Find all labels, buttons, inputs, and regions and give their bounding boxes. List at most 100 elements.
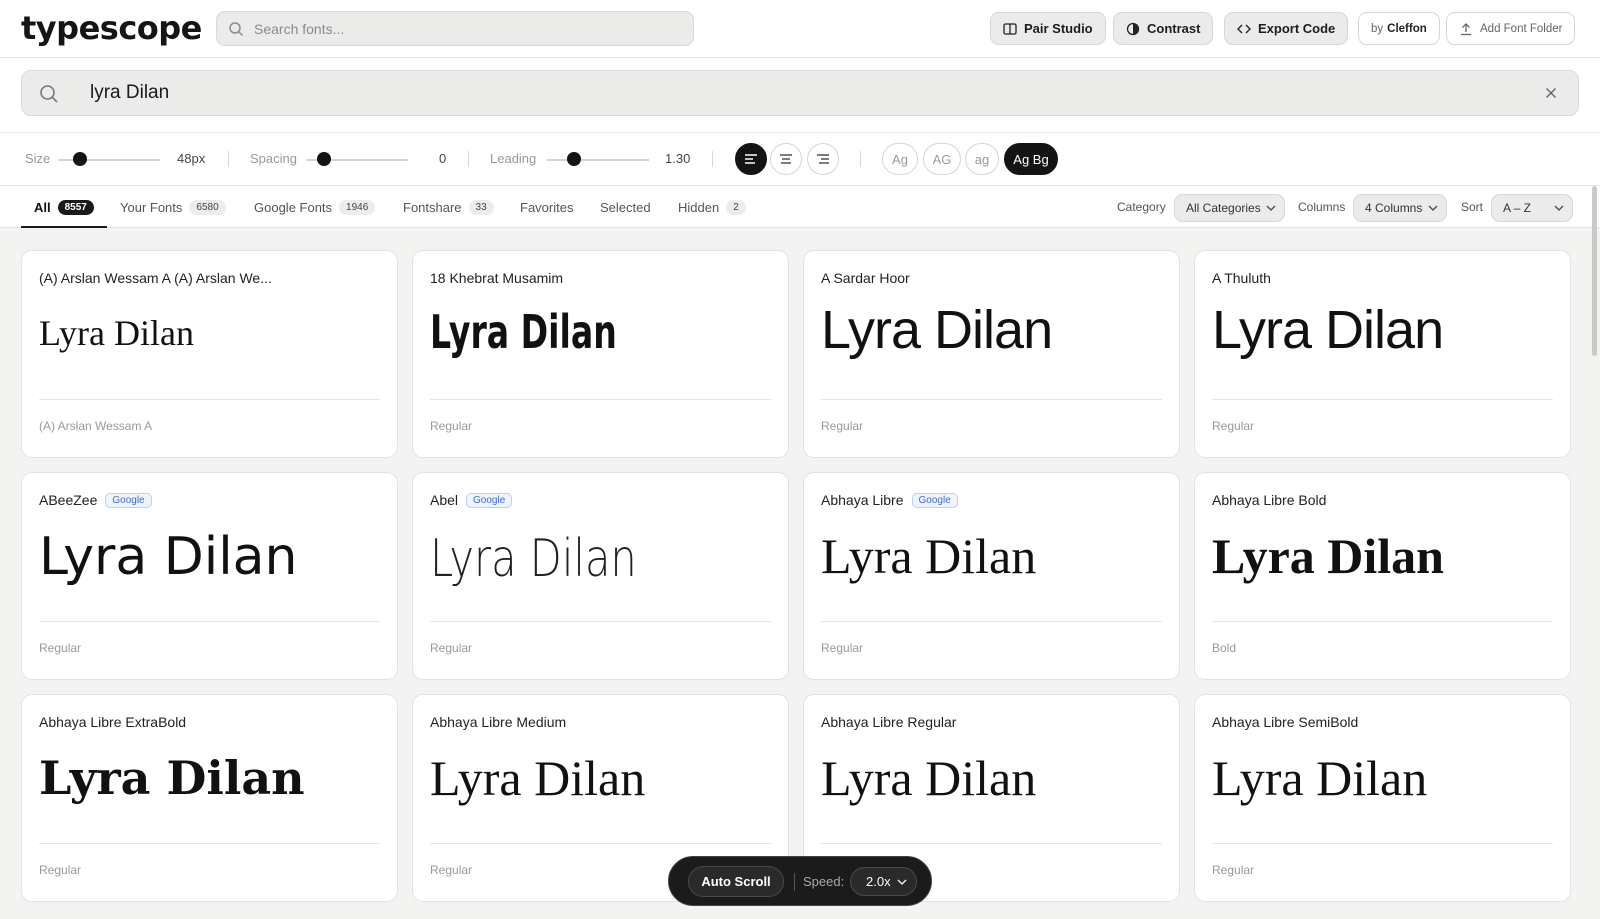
size-slider-handle[interactable]	[73, 152, 88, 166]
case-title-button[interactable]: Ag Bg	[1004, 143, 1058, 175]
font-card[interactable]: A Thuluth Lyra Dilan Regular	[1194, 250, 1571, 458]
export-code-label: Export Code	[1258, 21, 1336, 36]
divider	[39, 399, 380, 400]
font-name: (A) Arslan Wessam A (A) Arslan We...	[39, 270, 272, 286]
font-name-text: A Sardar Hoor	[821, 270, 910, 286]
add-font-folder-label: Add Font Folder	[1480, 22, 1563, 35]
divider	[39, 843, 380, 844]
font-style: Regular	[430, 641, 473, 655]
divider	[430, 843, 771, 844]
font-name-text: Abhaya Libre Medium	[430, 714, 567, 730]
tab-count: 1946	[339, 199, 376, 215]
font-search-box[interactable]	[216, 11, 694, 46]
divider	[430, 621, 771, 622]
font-name: A Thuluth	[1212, 270, 1271, 286]
align-right-button[interactable]	[807, 143, 839, 175]
align-center-button[interactable]	[770, 143, 802, 175]
case-lower-button[interactable]: ag	[965, 143, 999, 175]
tab-label: Google Fonts	[254, 199, 333, 215]
preview-text-value: lyra Dilan	[90, 82, 170, 103]
tab-your-fonts[interactable]: Your Fonts 6580	[120, 186, 226, 228]
contrast-button[interactable]: Contrast	[1113, 12, 1214, 45]
font-name: Abhaya Libre Bold	[1212, 492, 1326, 508]
chevron-down-icon	[897, 879, 907, 885]
font-sample: Lyra Dilan	[39, 751, 305, 805]
font-card[interactable]: Abhaya Libre SemiBold Lyra Dilan Regular	[1194, 694, 1571, 902]
font-style: (A) Arslan Wessam A	[39, 419, 153, 433]
google-badge: Google	[466, 492, 513, 508]
export-code-button[interactable]: Export Code	[1224, 12, 1349, 45]
tab-hidden[interactable]: Hidden 2	[678, 186, 746, 228]
spacing-value: 0	[439, 151, 447, 166]
font-sample: Lyra Dilan	[1212, 750, 1428, 806]
leading-value: 1.30	[665, 151, 691, 166]
font-card[interactable]: Abel Google Lyra Dilan Regular	[412, 472, 789, 680]
contrast-icon	[1126, 22, 1140, 35]
font-name-text: Abhaya Libre Bold	[1212, 492, 1327, 508]
font-card[interactable]: Abhaya Libre ExtraBold Lyra Dilan Regula…	[21, 694, 398, 902]
add-font-folder-button[interactable]: Add Font Folder	[1446, 12, 1576, 45]
font-style: Regular	[39, 641, 82, 655]
search-icon	[40, 85, 58, 103]
font-card[interactable]: Abhaya Libre Bold Lyra Dilan Bold	[1194, 472, 1571, 680]
pair-studio-button[interactable]: Pair Studio	[990, 12, 1106, 45]
spacing-slider-handle[interactable]	[317, 152, 332, 166]
divider	[1212, 621, 1553, 622]
divider	[860, 151, 861, 167]
font-card[interactable]: (A) Arslan Wessam A (A) Arslan We... Lyr…	[21, 250, 398, 458]
preview-text-row: lyra Dilan	[0, 58, 1600, 132]
tab-label: Selected	[600, 199, 651, 215]
scrollbar-thumb[interactable]	[1592, 186, 1597, 356]
font-style: Regular	[1212, 419, 1255, 433]
tab-favorites[interactable]: Favorites	[520, 186, 573, 228]
google-badge: Google	[911, 492, 958, 508]
category-select[interactable]: All Categories	[1174, 194, 1285, 222]
speed-value: 2.0x	[866, 874, 891, 889]
search-icon	[229, 22, 244, 37]
divider	[1212, 399, 1553, 400]
close-icon[interactable]	[1544, 86, 1558, 100]
speed-select[interactable]: 2.0x	[850, 867, 917, 896]
font-card[interactable]: A Sardar Hoor Lyra Dilan Regular	[803, 250, 1180, 458]
app-logo[interactable]: typescope	[21, 6, 202, 50]
preview-text-field[interactable]: lyra Dilan	[21, 70, 1579, 116]
divider	[430, 399, 771, 400]
tab-fontshare[interactable]: Fontshare 33	[403, 186, 494, 228]
tab-all[interactable]: All 8557	[34, 186, 94, 228]
font-name: A Sardar Hoor	[821, 270, 910, 286]
category-label: Category	[1117, 200, 1166, 214]
font-sample: Lyra Dilan	[821, 300, 1053, 360]
leading-slider-handle[interactable]	[566, 152, 581, 166]
font-name: Abhaya Libre Medium	[430, 714, 566, 730]
pair-studio-label: Pair Studio	[1024, 21, 1093, 36]
active-tab-indicator	[21, 226, 107, 228]
font-style: Regular	[39, 863, 82, 877]
leading-slider[interactable]	[547, 159, 649, 161]
sort-label: Sort	[1461, 200, 1484, 214]
font-card[interactable]: ABeeZee Google Lyra Dilan Regular	[21, 472, 398, 680]
font-search-input[interactable]	[250, 12, 680, 45]
columns-label: Columns	[1298, 200, 1346, 214]
tab-count: 6580	[189, 199, 226, 215]
align-left-button[interactable]	[735, 143, 767, 175]
tab-selected[interactable]: Selected	[600, 186, 651, 228]
columns-icon	[1003, 22, 1017, 35]
case-upper-button[interactable]: AG	[923, 143, 961, 175]
tab-google-fonts[interactable]: Google Fonts 1946	[254, 186, 376, 228]
size-label: Size	[25, 151, 51, 166]
font-card[interactable]: Abhaya Libre Google Lyra Dilan Regular	[803, 472, 1180, 680]
chevron-down-icon	[1266, 205, 1276, 211]
sort-select[interactable]: A – Z	[1491, 194, 1573, 222]
divider	[712, 151, 713, 167]
font-name: Abhaya Libre Regular	[821, 714, 956, 730]
tab-label: Favorites	[520, 199, 574, 215]
category-value: All Categories	[1186, 201, 1261, 215]
by-cleffon-button[interactable]: by Cleffon	[1358, 12, 1440, 45]
align-right-icon	[817, 154, 829, 164]
columns-select[interactable]: 4 Columns	[1353, 194, 1447, 222]
font-sample: Lyra Dilan	[821, 528, 1037, 584]
font-card[interactable]: 18 Khebrat Musamim Lyra Dilan Regular	[412, 250, 789, 458]
case-sentence-button[interactable]: Ag	[882, 143, 918, 175]
auto-scroll-button[interactable]: Auto Scroll	[688, 866, 784, 897]
align-center-icon	[780, 154, 792, 164]
